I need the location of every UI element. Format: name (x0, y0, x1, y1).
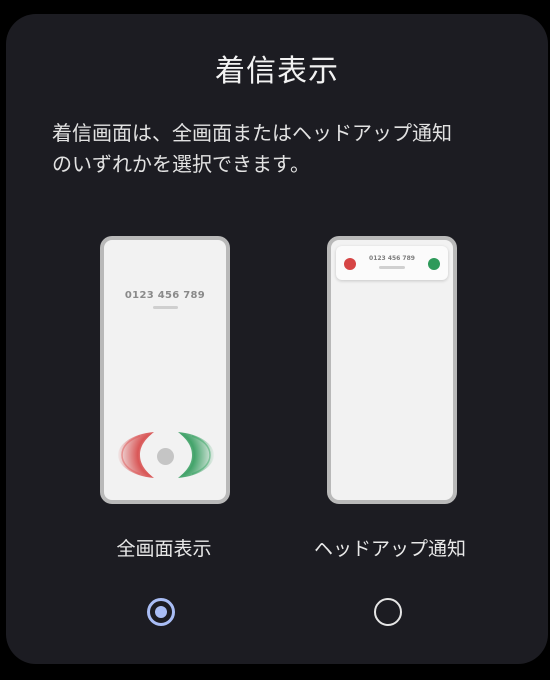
description-line-2: のいずれかを選択できます。 (52, 152, 310, 176)
full-screen-option-label[interactable]: 全画面表示 (54, 534, 274, 561)
caller-subtitle-placeholder (153, 306, 178, 309)
heads-up-preview[interactable]: 0123 456 789 (327, 236, 457, 504)
heads-up-notification-card: 0123 456 789 (336, 246, 448, 280)
caller-number: 0123 456 789 (124, 290, 206, 301)
dialog-title: 着信表示 (215, 54, 339, 89)
heads-up-radio[interactable] (374, 598, 402, 626)
heads-up-option-label[interactable]: ヘッドアップ通知 (280, 534, 500, 561)
caller-subtitle-placeholder (379, 266, 405, 269)
full-screen-radio[interactable] (147, 598, 175, 626)
accept-icon (428, 258, 440, 270)
full-screen-preview[interactable]: 0123 456 789 (100, 236, 230, 504)
swipe-handle-icon (157, 448, 174, 465)
accept-swipe-icon (178, 432, 214, 478)
radio-selected-dot (155, 606, 167, 618)
description-line-1: 着信画面は、全画面またはヘッドアップ通知 (52, 121, 452, 145)
incoming-call-display-dialog: 着信表示 着信画面は、全画面またはヘッドアップ通知 のいずれかを選択できます。 … (6, 14, 548, 664)
dialog-description: 着信画面は、全画面またはヘッドアップ通知 のいずれかを選択できます。 (52, 118, 512, 180)
decline-swipe-icon (118, 432, 154, 478)
